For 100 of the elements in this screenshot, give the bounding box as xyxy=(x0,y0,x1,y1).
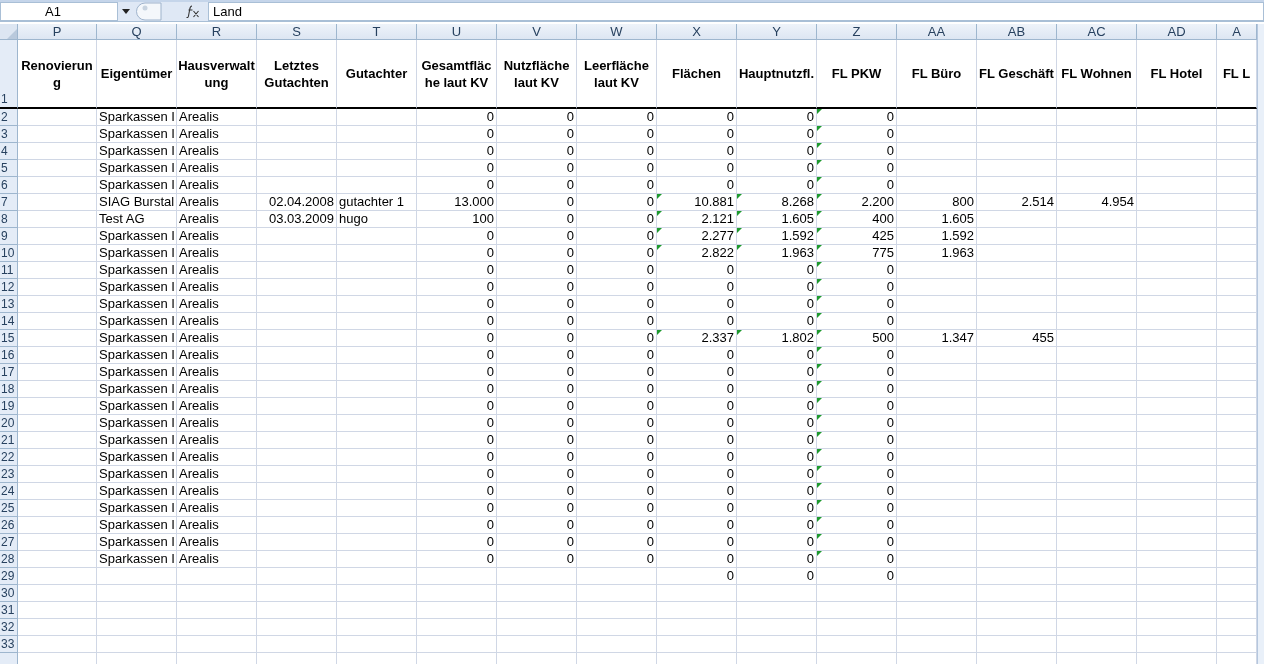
table-cell[interactable]: 0 xyxy=(577,262,657,279)
table-cell[interactable]: 0 xyxy=(657,534,737,551)
table-cell[interactable]: Arealis xyxy=(177,177,257,194)
empty-cell[interactable] xyxy=(977,398,1057,415)
table-cell[interactable]: 0 xyxy=(497,228,577,245)
table-cell[interactable]: 0 xyxy=(817,432,897,449)
empty-cell[interactable] xyxy=(1137,551,1217,568)
empty-cell[interactable] xyxy=(977,636,1057,653)
empty-cell[interactable] xyxy=(1057,568,1137,585)
table-cell[interactable]: 0 xyxy=(817,313,897,330)
row-number[interactable]: 22 xyxy=(0,449,18,466)
table-cell[interactable]: 0 xyxy=(737,534,817,551)
table-cell[interactable]: 0 xyxy=(497,143,577,160)
empty-cell[interactable] xyxy=(257,364,337,381)
table-cell[interactable]: 0 xyxy=(577,364,657,381)
empty-cell[interactable] xyxy=(1057,330,1137,347)
table-cell[interactable]: 0 xyxy=(497,194,577,211)
table-cell[interactable]: 0 xyxy=(817,500,897,517)
empty-cell[interactable] xyxy=(177,585,257,602)
empty-cell[interactable] xyxy=(1137,313,1217,330)
header-cell[interactable]: Leerfläche laut KV xyxy=(577,40,657,109)
table-cell[interactable]: 0 xyxy=(737,143,817,160)
empty-cell[interactable] xyxy=(1057,483,1137,500)
table-cell[interactable]: 0 xyxy=(577,211,657,228)
table-cell[interactable]: 0 xyxy=(737,398,817,415)
table-cell[interactable]: 0 xyxy=(417,517,497,534)
empty-cell[interactable] xyxy=(977,381,1057,398)
empty-cell[interactable] xyxy=(1137,398,1217,415)
table-cell[interactable]: 0 xyxy=(577,432,657,449)
empty-cell[interactable] xyxy=(977,347,1057,364)
table-cell[interactable]: 0 xyxy=(657,466,737,483)
table-cell[interactable]: 0 xyxy=(817,279,897,296)
empty-cell[interactable] xyxy=(1137,602,1217,619)
table-cell[interactable]: 0 xyxy=(577,500,657,517)
empty-cell[interactable] xyxy=(257,177,337,194)
table-cell[interactable]: 0 xyxy=(817,143,897,160)
table-cell[interactable]: 0 xyxy=(737,160,817,177)
empty-cell[interactable] xyxy=(1137,585,1217,602)
empty-cell[interactable] xyxy=(1137,279,1217,296)
empty-cell[interactable] xyxy=(257,109,337,126)
table-cell[interactable]: 0 xyxy=(657,296,737,313)
table-cell[interactable]: Sparkassen I xyxy=(97,415,177,432)
table-cell[interactable]: 0 xyxy=(497,449,577,466)
row-number[interactable]: 1 xyxy=(0,40,18,109)
empty-cell[interactable] xyxy=(977,449,1057,466)
row-number[interactable]: 4 xyxy=(0,143,18,160)
table-cell[interactable]: gutachter 1 xyxy=(337,194,417,211)
table-cell[interactable]: 1.592 xyxy=(897,228,977,245)
header-cell[interactable]: Nutzfläche laut KV xyxy=(497,40,577,109)
column-header[interactable]: T xyxy=(337,24,417,40)
row-number[interactable]: 25 xyxy=(0,500,18,517)
column-header[interactable]: AD xyxy=(1137,24,1217,40)
empty-cell[interactable] xyxy=(257,296,337,313)
table-cell[interactable]: Sparkassen I xyxy=(97,517,177,534)
table-cell[interactable]: 0 xyxy=(577,534,657,551)
empty-cell[interactable] xyxy=(1057,347,1137,364)
table-cell[interactable]: 455 xyxy=(977,330,1057,347)
table-cell[interactable]: 0 xyxy=(577,466,657,483)
table-cell[interactable]: 1.605 xyxy=(737,211,817,228)
table-cell[interactable]: Arealis xyxy=(177,551,257,568)
table-cell[interactable]: Arealis xyxy=(177,483,257,500)
empty-cell[interactable] xyxy=(97,602,177,619)
table-cell[interactable]: 0 xyxy=(497,415,577,432)
row-number[interactable]: 3 xyxy=(0,126,18,143)
row-number[interactable]: 14 xyxy=(0,313,18,330)
table-cell[interactable]: 0 xyxy=(417,398,497,415)
empty-cell[interactable] xyxy=(977,534,1057,551)
empty-cell[interactable] xyxy=(1137,194,1217,211)
table-cell[interactable]: 2.121 xyxy=(657,211,737,228)
empty-cell[interactable] xyxy=(1137,381,1217,398)
empty-cell[interactable] xyxy=(897,500,977,517)
column-header[interactable]: AA xyxy=(897,24,977,40)
row-number[interactable]: 11 xyxy=(0,262,18,279)
table-cell[interactable]: 0 xyxy=(417,109,497,126)
empty-cell[interactable] xyxy=(257,228,337,245)
empty-cell[interactable] xyxy=(657,636,737,653)
row-number[interactable]: 32 xyxy=(0,619,18,636)
empty-cell[interactable] xyxy=(897,415,977,432)
empty-cell[interactable] xyxy=(657,602,737,619)
empty-cell[interactable] xyxy=(257,500,337,517)
table-cell[interactable]: Arealis xyxy=(177,347,257,364)
empty-cell[interactable] xyxy=(257,381,337,398)
table-cell[interactable]: 0 xyxy=(497,296,577,313)
empty-cell[interactable] xyxy=(577,602,657,619)
table-cell[interactable]: 0 xyxy=(737,449,817,466)
empty-cell[interactable] xyxy=(257,449,337,466)
table-cell[interactable]: 0 xyxy=(657,381,737,398)
empty-cell[interactable] xyxy=(977,432,1057,449)
empty-cell[interactable] xyxy=(257,636,337,653)
row-number[interactable]: 19 xyxy=(0,398,18,415)
table-cell[interactable]: 0 xyxy=(497,551,577,568)
dropdown-arrow-icon[interactable] xyxy=(122,9,130,14)
table-cell[interactable]: 0 xyxy=(497,483,577,500)
empty-cell[interactable] xyxy=(1057,517,1137,534)
empty-cell[interactable] xyxy=(1137,347,1217,364)
table-cell[interactable]: 0 xyxy=(577,517,657,534)
empty-cell[interactable] xyxy=(977,228,1057,245)
empty-cell[interactable] xyxy=(1137,636,1217,653)
empty-cell[interactable] xyxy=(177,568,257,585)
table-cell[interactable]: 0 xyxy=(417,466,497,483)
